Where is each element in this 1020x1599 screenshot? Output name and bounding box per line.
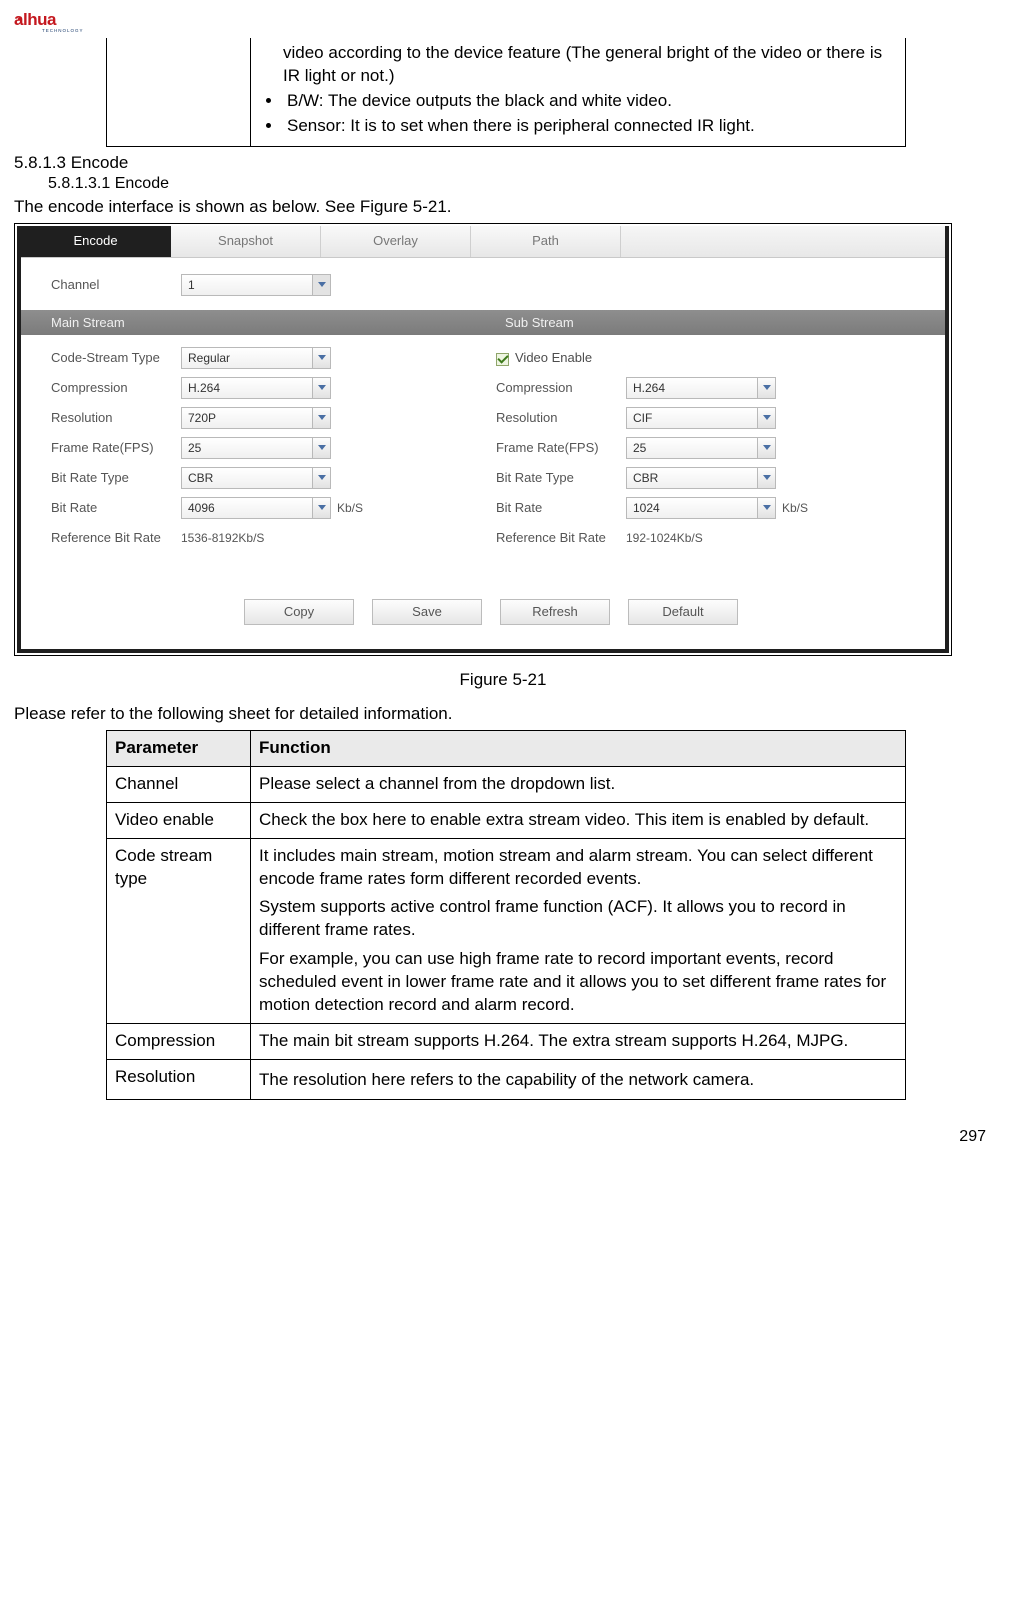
fragment-table: video according to the device feature (T… bbox=[106, 38, 906, 147]
sub-stream-header: Sub Stream bbox=[491, 310, 945, 335]
main-label: Reference Bit Rate bbox=[51, 530, 181, 545]
figure-caption: Figure 5-21 bbox=[14, 670, 992, 690]
section-heading-2: 5.8.1.3.1 Encode bbox=[48, 175, 992, 193]
channel-label: Channel bbox=[51, 277, 181, 292]
section-heading-1: 5.8.1.3 Encode bbox=[14, 153, 992, 173]
sub-label: Frame Rate(FPS) bbox=[496, 440, 626, 455]
bit-rate-select[interactable]: 4096 bbox=[181, 497, 331, 519]
parameter-table: Parameter Function Channel Please select… bbox=[106, 730, 906, 1101]
sub-frame-rate-select[interactable]: 25 bbox=[626, 437, 776, 459]
main-label: Code-Stream Type bbox=[51, 350, 181, 365]
sub-resolution-select[interactable]: CIF bbox=[626, 407, 776, 429]
channel-value: 1 bbox=[188, 278, 195, 292]
channel-select[interactable]: 1 bbox=[181, 274, 331, 296]
param-head-function: Function bbox=[251, 730, 906, 766]
table-row: Channel Please select a channel from the… bbox=[107, 766, 906, 802]
chevron-down-icon bbox=[312, 498, 330, 518]
tab-snapshot[interactable]: Snapshot bbox=[171, 226, 321, 257]
chevron-down-icon bbox=[312, 438, 330, 458]
save-button[interactable]: Save bbox=[372, 599, 482, 625]
chevron-down-icon bbox=[757, 408, 775, 428]
sub-label: Bit Rate Type bbox=[496, 470, 626, 485]
table-row: Video enable Check the box here to enabl… bbox=[107, 802, 906, 838]
reference-bit-rate: 1536-8192Kb/S bbox=[181, 531, 264, 545]
main-label: Frame Rate(FPS) bbox=[51, 440, 181, 455]
sub-bit-rate-type-select[interactable]: CBR bbox=[626, 467, 776, 489]
sub-bit-rate-select[interactable]: 1024 bbox=[626, 497, 776, 519]
svg-text:TECHNOLOGY: TECHNOLOGY bbox=[42, 28, 84, 33]
main-label: Bit Rate bbox=[51, 500, 181, 515]
table-intro: Please refer to the following sheet for … bbox=[14, 704, 992, 724]
table-row: Code stream type It includes main stream… bbox=[107, 838, 906, 1024]
sub-bit-rate-unit: Kb/S bbox=[782, 501, 808, 515]
compression-select[interactable]: H.264 bbox=[181, 377, 331, 399]
bit-rate-unit: Kb/S bbox=[337, 501, 363, 515]
chevron-down-icon bbox=[312, 275, 330, 295]
sub-label: Bit Rate bbox=[496, 500, 626, 515]
tab-overlay[interactable]: Overlay bbox=[321, 226, 471, 257]
chevron-down-icon bbox=[757, 438, 775, 458]
sub-reference-bit-rate: 192-1024Kb/S bbox=[626, 531, 703, 545]
table-row: Compression The main bit stream supports… bbox=[107, 1024, 906, 1060]
main-stream-header: Main Stream bbox=[21, 310, 491, 335]
fragment-bullet: B/W: The device outputs the black and wh… bbox=[283, 90, 897, 113]
frame-rate-select[interactable]: 25 bbox=[181, 437, 331, 459]
fragment-bullet: Sensor: It is to set when there is perip… bbox=[283, 115, 897, 138]
sub-compression-select[interactable]: H.264 bbox=[626, 377, 776, 399]
code-stream-type-select[interactable]: Regular bbox=[181, 347, 331, 369]
chevron-down-icon bbox=[312, 408, 330, 428]
param-head-parameter: Parameter bbox=[107, 730, 251, 766]
intro-paragraph: The encode interface is shown as below. … bbox=[14, 197, 992, 217]
figure-5-21: Encode Snapshot Overlay Path Channel 1 M… bbox=[14, 223, 952, 656]
main-label: Compression bbox=[51, 380, 181, 395]
main-label: Resolution bbox=[51, 410, 181, 425]
sub-label: Compression bbox=[496, 380, 626, 395]
resolution-select[interactable]: 720P bbox=[181, 407, 331, 429]
chevron-down-icon bbox=[312, 468, 330, 488]
refresh-button[interactable]: Refresh bbox=[500, 599, 610, 625]
chevron-down-icon bbox=[757, 498, 775, 518]
main-label: Bit Rate Type bbox=[51, 470, 181, 485]
page-number: 297 bbox=[14, 1128, 992, 1146]
chevron-down-icon bbox=[312, 348, 330, 368]
sub-label: Reference Bit Rate bbox=[496, 530, 626, 545]
brand-logo: alhua TECHNOLOGY bbox=[14, 10, 124, 34]
video-enable-checkbox[interactable] bbox=[496, 353, 509, 366]
default-button[interactable]: Default bbox=[628, 599, 738, 625]
chevron-down-icon bbox=[757, 468, 775, 488]
sub-label: Resolution bbox=[496, 410, 626, 425]
tab-encode[interactable]: Encode bbox=[21, 226, 171, 257]
chevron-down-icon bbox=[757, 378, 775, 398]
video-enable-label: Video Enable bbox=[515, 350, 592, 365]
table-row: Resolution The resolution here refers to… bbox=[107, 1060, 906, 1100]
fragment-pretext: video according to the device feature (T… bbox=[259, 42, 897, 88]
tab-bar: Encode Snapshot Overlay Path bbox=[21, 226, 945, 258]
chevron-down-icon bbox=[312, 378, 330, 398]
tab-path[interactable]: Path bbox=[471, 226, 621, 257]
copy-button[interactable]: Copy bbox=[244, 599, 354, 625]
bit-rate-type-select[interactable]: CBR bbox=[181, 467, 331, 489]
